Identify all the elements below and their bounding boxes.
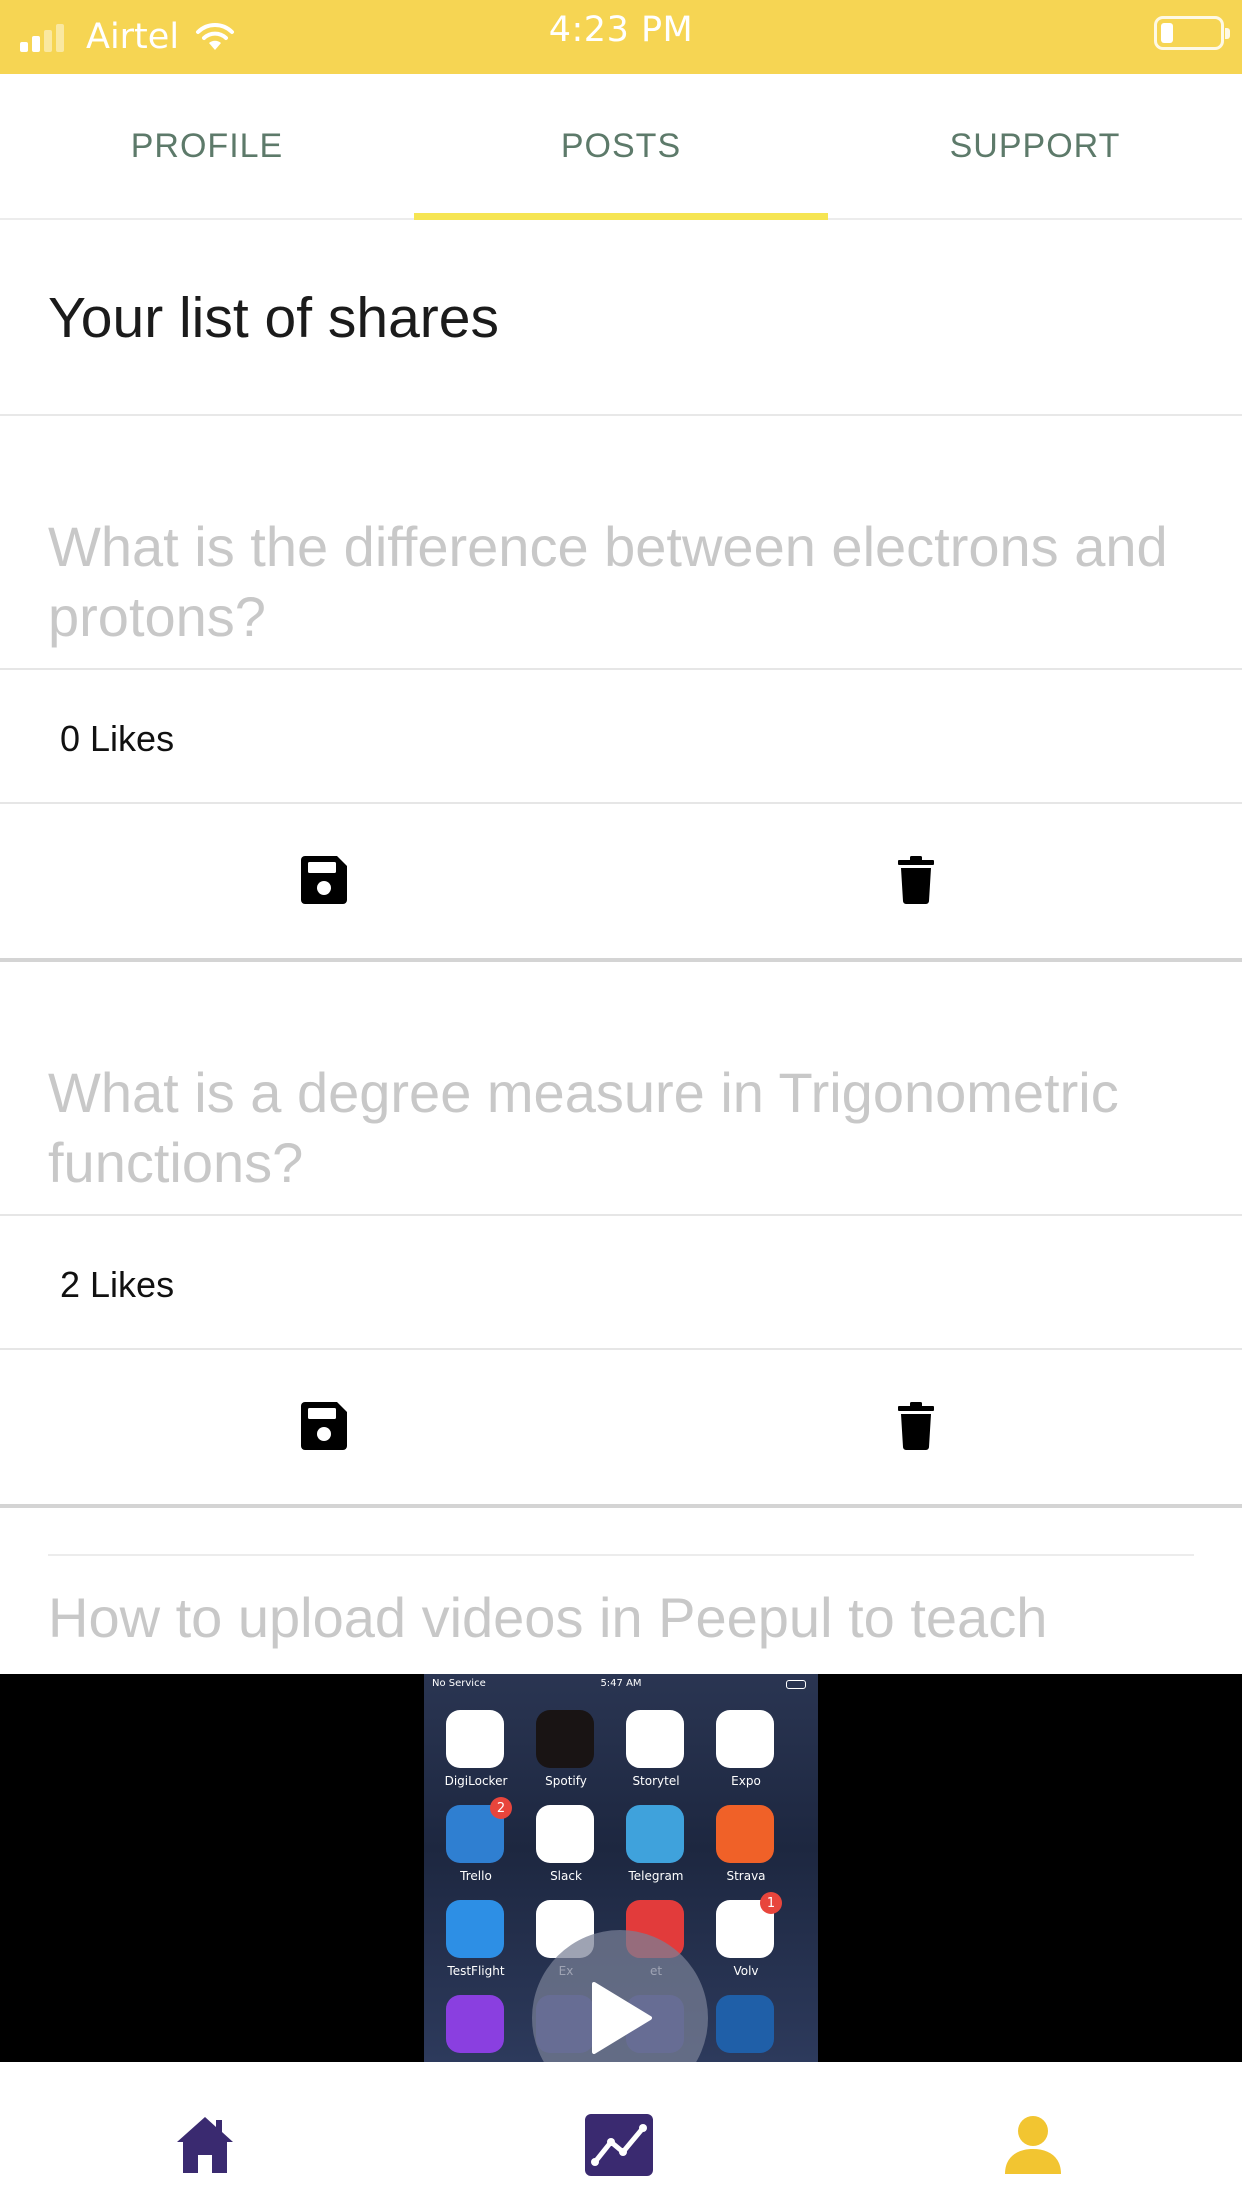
app-icon: [536, 1805, 594, 1863]
post-question[interactable]: What is a degree measure in Trigonometri…: [48, 1058, 1188, 1198]
nav-home[interactable]: [170, 2110, 240, 2180]
post-question[interactable]: How to upload videos in Peepul to teach: [48, 1585, 1047, 1650]
app-label: Spotify: [545, 1774, 587, 1788]
post-card: What is the difference between electrons…: [0, 416, 1242, 962]
app-label: Volv: [733, 1964, 759, 1978]
app-label: Strava: [726, 1869, 766, 1883]
status-time: 4:23 PM: [548, 10, 694, 50]
app-label: Expo: [731, 1774, 761, 1788]
top-tab-bar: PROFILE POSTS SUPPORT: [0, 74, 1242, 220]
app-label: TestFlight: [447, 1964, 505, 1978]
app-label: Slack: [550, 1869, 582, 1883]
app-icon-tile: TestFlight: [446, 1900, 506, 1978]
app-icon: [536, 1710, 594, 1768]
home-icon: [177, 2117, 233, 2173]
likes-count: 2 Likes: [60, 1264, 175, 1305]
tab-profile[interactable]: PROFILE: [0, 74, 414, 218]
floppy-disk-icon: [301, 856, 347, 904]
likes-count: 0 Likes: [60, 718, 175, 759]
bottom-nav-bar: [0, 2062, 1242, 2208]
app-icon-tile: Telegram: [626, 1805, 686, 1883]
app-icon-tile: amazon: [716, 1995, 776, 2062]
app-icon: [446, 1995, 504, 2053]
post-card: What is a degree measure in Trigonometri…: [0, 962, 1242, 1508]
app-icon-tile: [446, 1995, 506, 2053]
tab-posts[interactable]: POSTS: [414, 74, 828, 220]
app-icon-tile: Strava: [716, 1805, 776, 1883]
nav-profile[interactable]: [998, 2110, 1068, 2180]
trash-icon: [898, 856, 934, 904]
battery-icon: [1154, 16, 1230, 50]
notification-badge: 1: [760, 1892, 782, 1914]
app-label: DigiLocker: [444, 1774, 508, 1788]
app-icon-tile: Expo: [716, 1710, 776, 1788]
divider: [0, 1214, 1242, 1216]
page-title: Your list of shares: [48, 286, 499, 350]
app-screen: Airtel 4:23 PM PROFILE POSTS SUPPORT You…: [0, 0, 1242, 2208]
video-status-bar: No Service 5:47 AM: [432, 1678, 810, 1692]
app-icon: [446, 1710, 504, 1768]
app-label: Trello: [460, 1869, 492, 1883]
app-icon: [716, 1995, 774, 2053]
post-question[interactable]: What is the difference between electrons…: [48, 512, 1188, 652]
post-actions: [0, 1350, 1242, 1506]
app-icon: [716, 1805, 774, 1863]
divider: [0, 668, 1242, 670]
app-icon: [446, 1900, 504, 1958]
card-bottom-border: [0, 1504, 1242, 1508]
video-battery-icon: [786, 1680, 806, 1689]
app-icon: [626, 1805, 684, 1863]
app-label: Telegram: [628, 1869, 684, 1883]
app-label: Storytel: [632, 1774, 680, 1788]
delete-button[interactable]: [886, 850, 946, 910]
play-icon: [592, 1982, 652, 2054]
post-actions: [0, 804, 1242, 960]
app-icon-tile: DigiLocker: [445, 1710, 507, 1788]
chart-line-icon: [585, 2114, 653, 2176]
app-icon-tile: 1 Volv: [716, 1892, 782, 1978]
floppy-disk-icon: [301, 1402, 347, 1450]
save-button[interactable]: [294, 850, 354, 910]
delete-button[interactable]: [886, 1396, 946, 1456]
app-icon: [716, 1710, 774, 1768]
app-icon-tile: Spotify: [536, 1710, 596, 1788]
app-icon-tile: Storytel: [626, 1710, 686, 1788]
app-icon-tile: Slack: [536, 1805, 596, 1883]
app-icon: [626, 1710, 684, 1768]
trash-icon: [898, 1402, 934, 1450]
tab-support[interactable]: SUPPORT: [828, 74, 1242, 218]
video-time: 5:47 AM: [600, 1678, 642, 1689]
user-icon: [1005, 2116, 1061, 2174]
save-button[interactable]: [294, 1396, 354, 1456]
divider: [48, 1554, 1194, 1556]
app-icon-tile: 2 Trello: [446, 1797, 512, 1883]
notification-badge: 2: [490, 1797, 512, 1819]
nav-stats[interactable]: [584, 2110, 654, 2180]
status-bar: Airtel 4:23 PM: [0, 0, 1242, 74]
